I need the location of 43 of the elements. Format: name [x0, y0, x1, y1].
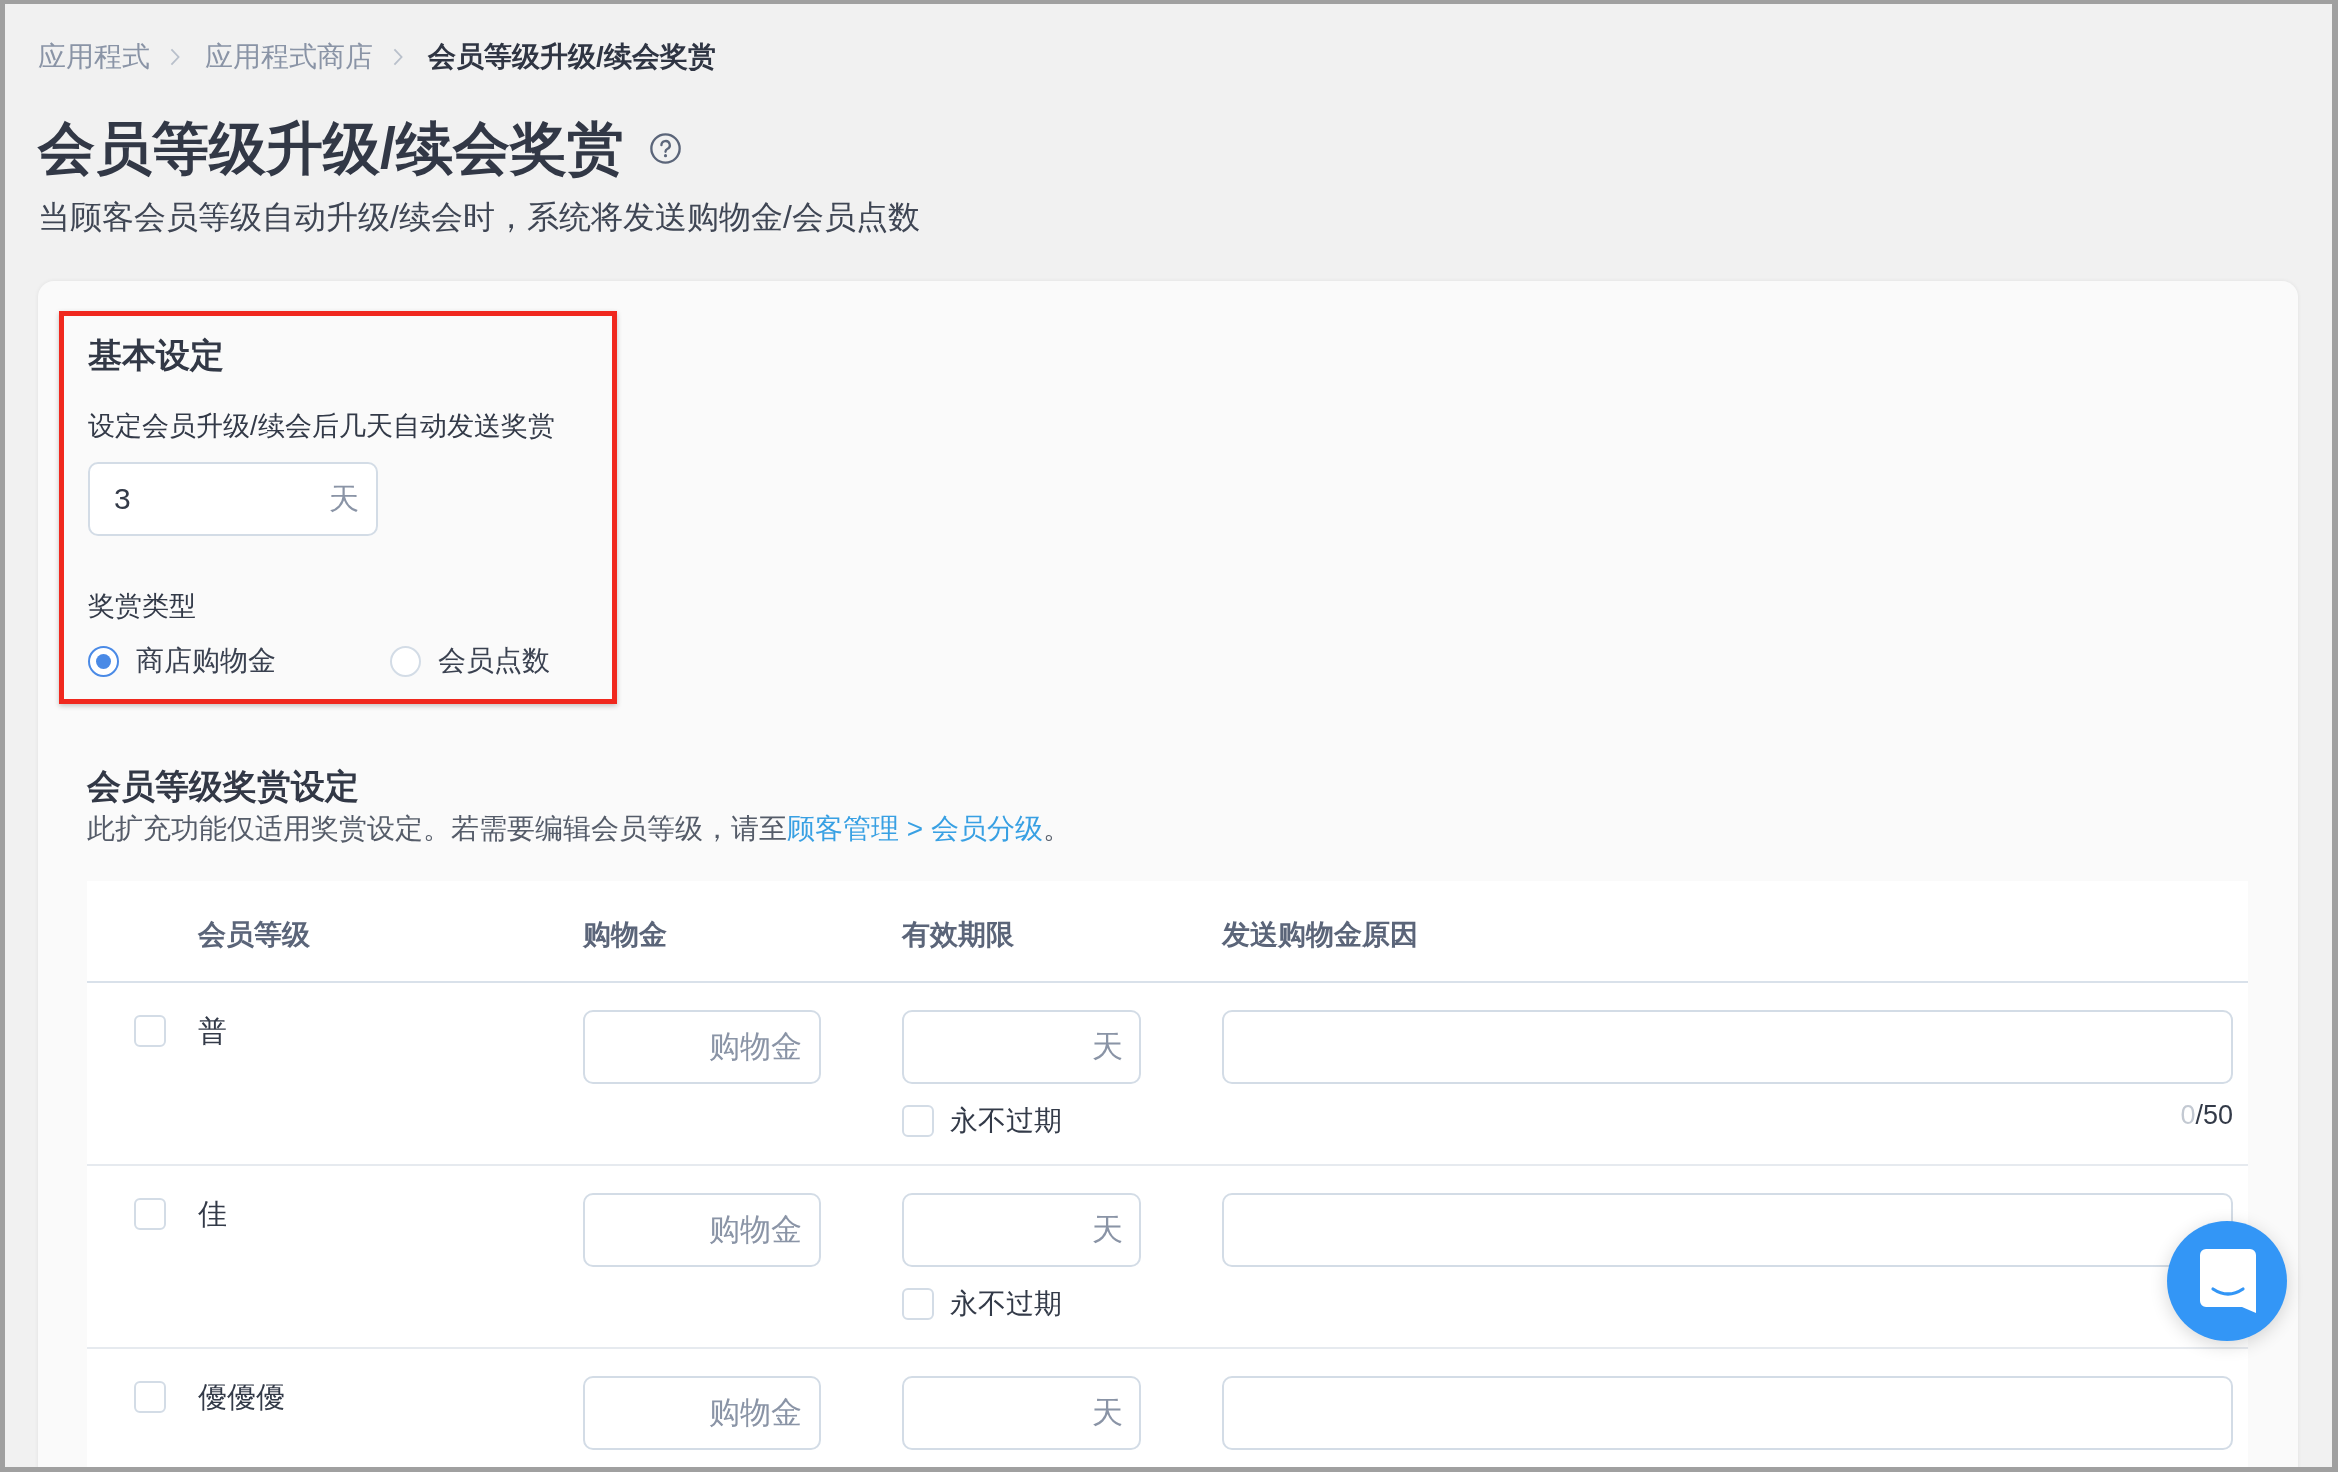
page-subtitle: 当顾客会员等级自动升级/续会时，系统将发送购物金/会员点数	[38, 198, 920, 237]
days-input-field[interactable]: 3 天	[88, 462, 378, 536]
days-input-field[interactable]: 天	[902, 1010, 1141, 1084]
radio-label[interactable]: 商店购物金	[136, 641, 276, 681]
tier-name: 佳	[198, 1198, 227, 1230]
cash-input-field[interactable]: 购物金	[583, 1010, 821, 1084]
row-checkbox[interactable]	[134, 1198, 166, 1230]
section-heading: 会员等级奖赏设定	[87, 766, 359, 807]
column-header: 购物金	[583, 918, 667, 952]
chevron-right-icon	[170, 48, 180, 66]
char-counter: 0/50	[2180, 1099, 2233, 1131]
cash-input-field[interactable]: 购物金	[583, 1193, 821, 1267]
page-title: 会员等级升级/续会奖赏	[38, 116, 624, 180]
reason-input-field[interactable]	[1222, 1376, 2233, 1450]
help-icon[interactable]	[649, 132, 681, 164]
tier-name: 優優優	[198, 1381, 285, 1413]
section-description: 此扩充功能仅适用奖赏设定。若需要编辑会员等级，请至顾客管理 > 会员分级。	[87, 812, 1071, 846]
reason-input-field[interactable]	[1222, 1193, 2233, 1267]
row-checkbox[interactable]	[134, 1015, 166, 1047]
column-header: 发送购物金原因	[1222, 918, 1418, 952]
column-header: 有效期限	[902, 918, 1014, 952]
row-checkbox[interactable]	[134, 1381, 166, 1413]
never-expire-checkbox[interactable]	[902, 1288, 934, 1320]
chat-icon	[2200, 1249, 2256, 1313]
section-heading: 基本设定	[88, 335, 224, 376]
field-label: 奖赏类型	[88, 590, 196, 623]
breadcrumb-current: 会员等级升级/续会奖赏	[428, 40, 716, 74]
radio-button[interactable]	[88, 645, 119, 677]
reason-input-field[interactable]	[1222, 1010, 2233, 1084]
checkbox-label[interactable]: 永不过期	[950, 1105, 1062, 1137]
field-label: 设定会员升级/续会后几天自动发送奖赏	[88, 410, 555, 443]
breadcrumb-link[interactable]: 应用程式	[38, 39, 150, 75]
column-header: 会员等级	[198, 918, 310, 952]
radio-label[interactable]: 会员点数	[438, 641, 550, 681]
days-input-field[interactable]: 天	[902, 1376, 1141, 1450]
chevron-right-icon	[393, 48, 403, 66]
tier-name: 普	[198, 1015, 227, 1047]
customer-tier-link[interactable]: 顾客管理 > 会员分级	[787, 813, 1043, 844]
cash-input-field[interactable]: 购物金	[583, 1376, 821, 1450]
never-expire-checkbox[interactable]	[902, 1105, 934, 1137]
breadcrumb-link[interactable]: 应用程式商店	[205, 39, 373, 75]
checkbox-label[interactable]: 永不过期	[950, 1288, 1062, 1320]
days-input-field[interactable]: 天	[902, 1193, 1141, 1267]
